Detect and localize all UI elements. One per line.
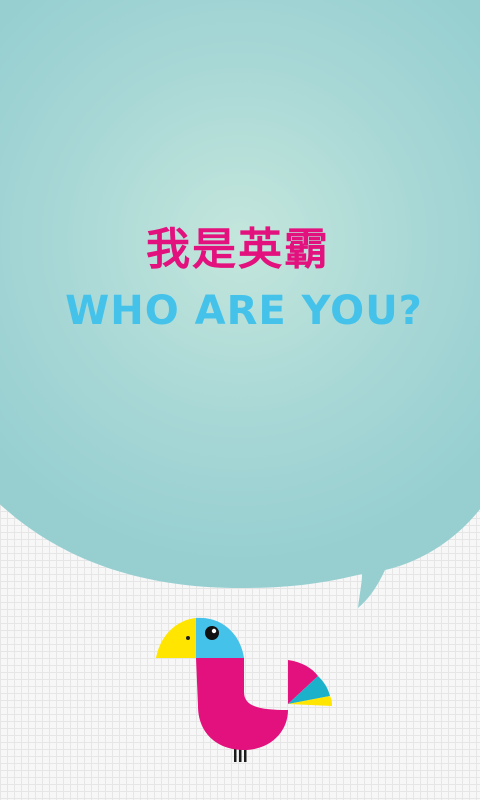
- bird-tail: [288, 660, 332, 706]
- bird-nostril: [186, 636, 190, 640]
- app-tagline: WHO ARE YOU?: [65, 288, 423, 334]
- bird-mascot-icon: [156, 617, 332, 762]
- splash-screen: 我是英霸 WHO ARE YOU?: [0, 0, 480, 800]
- app-title-chinese: 我是英霸: [146, 224, 330, 275]
- bird-eye: [205, 626, 219, 640]
- bird-body: [196, 658, 288, 750]
- bird-head: [196, 617, 244, 658]
